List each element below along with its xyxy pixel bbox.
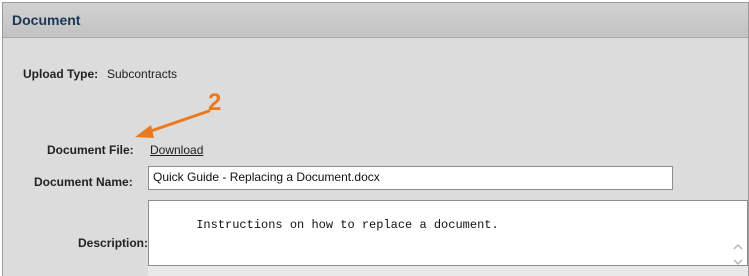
scroll-up-icon[interactable] xyxy=(732,242,744,252)
download-link[interactable]: Download xyxy=(150,143,203,157)
panel-title: Document xyxy=(3,3,748,38)
document-name-input[interactable]: Quick Guide - Replacing a Document.docx xyxy=(148,166,673,190)
upload-type-label: Upload Type: xyxy=(23,67,99,81)
description-text: Instructions on how to replace a documen… xyxy=(196,218,499,232)
document-file-label: Document File: xyxy=(47,143,134,157)
description-label: Description: xyxy=(78,236,149,250)
document-name-label: Document Name: xyxy=(34,175,133,189)
upload-type-value: Subcontracts xyxy=(107,67,178,81)
annotation-arrow-icon xyxy=(135,109,211,138)
page: Document Upload Type: Subcontracts 2 Doc… xyxy=(0,0,749,276)
description-textarea[interactable]: Instructions on how to replace a documen… xyxy=(148,200,748,266)
document-panel: Document Upload Type: Subcontracts 2 Doc… xyxy=(2,2,749,276)
